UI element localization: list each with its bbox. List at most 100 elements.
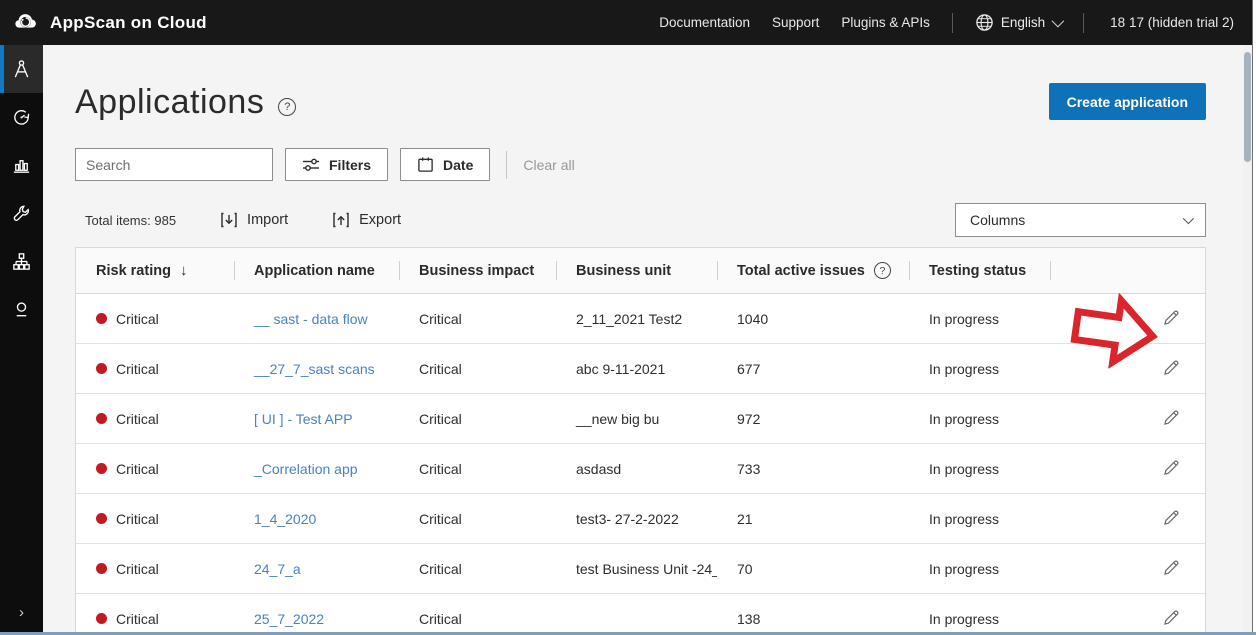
header-business-unit[interactable]: Business unit [556, 248, 717, 293]
table-row[interactable]: Critical 25_7_2022 Critical 138 In progr… [76, 594, 1205, 632]
risk-rating-value: Critical [116, 411, 159, 427]
application-name-link[interactable]: 1_4_2020 [254, 511, 316, 527]
business-unit-value: test3- 27-2-2022 [556, 511, 717, 527]
header-business-impact[interactable]: Business impact [399, 248, 556, 293]
nav-divider [1083, 13, 1084, 33]
page-scrollbar[interactable] [1243, 45, 1252, 632]
scrollbar-thumb[interactable] [1244, 52, 1251, 162]
header-testing-status[interactable]: Testing status [909, 248, 1050, 293]
risk-rating-value: Critical [116, 611, 159, 627]
columns-label: Columns [970, 212, 1025, 228]
filters-sliders-icon [302, 157, 320, 173]
clear-all-button[interactable]: Clear all [523, 157, 574, 173]
sidebar-item-organization[interactable] [0, 237, 43, 285]
sidebar-item-tools[interactable] [0, 189, 43, 237]
date-button[interactable]: Date [400, 148, 490, 181]
export-icon [332, 211, 350, 229]
business-impact-value: Critical [399, 311, 556, 327]
critical-dot-icon [96, 613, 107, 624]
testing-status-value: In progress [909, 561, 1050, 577]
divider [506, 151, 507, 179]
page-title: Applications [75, 83, 264, 122]
sidebar-item-profile[interactable] [0, 285, 43, 333]
sidebar-item-scans[interactable] [0, 93, 43, 141]
pencil-icon [1162, 308, 1181, 327]
business-unit-value: __new big bu [556, 411, 717, 427]
language-selector[interactable]: English [975, 13, 1061, 32]
table-row[interactable]: Critical 1_4_2020 Critical test3- 27-2-2… [76, 494, 1205, 544]
create-application-button[interactable]: Create application [1049, 83, 1206, 120]
testing-status-value: In progress [909, 411, 1050, 427]
header-application-name[interactable]: Application name [234, 248, 399, 293]
total-active-issues-value: 972 [717, 411, 909, 427]
risk-rating-value: Critical [116, 461, 159, 477]
issues-help-icon[interactable]: ? [874, 262, 891, 279]
account-label[interactable]: 18 17 (hidden trial 2) [1106, 15, 1234, 30]
edit-button[interactable] [1160, 306, 1183, 332]
import-button[interactable]: Import [220, 211, 288, 229]
total-active-issues-value: 21 [717, 511, 909, 527]
applications-compass-icon [11, 59, 32, 80]
nav-link-support[interactable]: Support [772, 15, 819, 30]
language-label: English [1001, 15, 1045, 30]
application-name-link[interactable]: __27_7_sast scans [254, 361, 375, 377]
filters-button[interactable]: Filters [285, 148, 388, 181]
window-right-edge [1252, 0, 1256, 635]
chevron-down-icon [1052, 15, 1065, 28]
nav-divider [952, 13, 953, 33]
critical-dot-icon [96, 413, 107, 424]
search-input[interactable] [86, 157, 267, 173]
pencil-icon [1162, 458, 1181, 477]
edit-button[interactable] [1160, 506, 1183, 532]
edit-button[interactable] [1160, 606, 1183, 632]
testing-status-value: In progress [909, 511, 1050, 527]
table-row[interactable]: Critical [ UI ] - Test APP Critical __ne… [76, 394, 1205, 444]
sidebar-item-applications[interactable] [0, 45, 43, 93]
edit-button[interactable] [1160, 406, 1183, 432]
columns-dropdown[interactable]: Columns [955, 203, 1206, 237]
critical-dot-icon [96, 363, 107, 374]
left-sidebar: › [0, 45, 43, 632]
table-row[interactable]: Critical __ sast - data flow Critical 2_… [76, 294, 1205, 344]
edit-button[interactable] [1160, 556, 1183, 582]
pencil-icon [1162, 408, 1181, 427]
wrench-icon [11, 203, 32, 224]
header-risk-rating[interactable]: Risk rating ↓ [76, 248, 234, 293]
application-name-link[interactable]: 24_7_a [254, 561, 301, 577]
application-name-link[interactable]: 25_7_2022 [254, 611, 324, 627]
application-name-link[interactable]: __ sast - data flow [254, 311, 368, 327]
title-help-icon[interactable]: ? [278, 98, 296, 116]
total-items-label: Total items: 985 [85, 213, 176, 228]
sidebar-expand-button[interactable]: › [0, 592, 43, 632]
pencil-icon [1162, 558, 1181, 577]
nav-link-documentation[interactable]: Documentation [659, 15, 750, 30]
org-hierarchy-icon [11, 251, 32, 272]
business-impact-value: Critical [399, 361, 556, 377]
total-active-issues-value: 70 [717, 561, 909, 577]
application-name-link[interactable]: [ UI ] - Test APP [254, 411, 353, 427]
testing-status-value: In progress [909, 311, 1050, 327]
table-row[interactable]: Critical 24_7_a Critical test Business U… [76, 544, 1205, 594]
business-impact-value: Critical [399, 411, 556, 427]
header-total-active-issues[interactable]: Total active issues ? [717, 248, 909, 293]
appscan-cloud-logo-icon [14, 11, 40, 35]
brand[interactable]: AppScan on Cloud [0, 11, 207, 35]
export-button[interactable]: Export [332, 211, 401, 229]
table-row[interactable]: Critical _Correlation app Critical asdas… [76, 444, 1205, 494]
total-active-issues-value: 733 [717, 461, 909, 477]
risk-rating-value: Critical [116, 511, 159, 527]
business-unit-value: 2_11_2021 Test2 [556, 311, 717, 327]
table-row[interactable]: Critical __27_7_sast scans Critical abc … [76, 344, 1205, 394]
edit-button[interactable] [1160, 356, 1183, 382]
application-name-link[interactable]: _Correlation app [254, 461, 358, 477]
search-box[interactable] [75, 148, 273, 181]
edit-button[interactable] [1160, 456, 1183, 482]
header-actions [1050, 248, 1205, 293]
critical-dot-icon [96, 563, 107, 574]
nav-link-plugins-apis[interactable]: Plugins & APIs [841, 15, 930, 30]
pencil-icon [1162, 608, 1181, 627]
testing-status-value: In progress [909, 361, 1050, 377]
sort-descending-icon[interactable]: ↓ [180, 262, 188, 279]
sidebar-item-reports[interactable] [0, 141, 43, 189]
top-navbar: AppScan on Cloud Documentation Support P… [0, 0, 1252, 45]
